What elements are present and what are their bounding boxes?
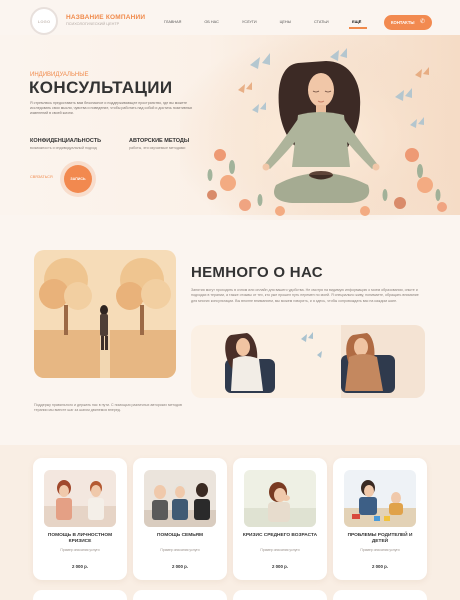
hero-title: КОНСУЛЬТАЦИИ	[29, 78, 173, 97]
feature-title-methods: АВТОРСКИЕ МЕТОДЫ	[129, 138, 190, 144]
service-card-partial[interactable]	[133, 590, 227, 600]
service-price: 2 000 р.	[271, 564, 289, 569]
brand-subtitle: ПСИХОЛОГИЧЕСКИЙ ЦЕНТР	[66, 22, 120, 26]
logo-text: LOGO	[37, 18, 51, 24]
booking-button-label: ЗАПИСЬ	[70, 177, 86, 181]
logo[interactable]: LOGO	[30, 7, 58, 35]
nav-link-services[interactable]: УСЛУГИ	[242, 20, 257, 24]
feature-text-methods: работы, эти изучаемые методами	[129, 146, 186, 150]
nav-active-underline	[349, 27, 367, 29]
hero-description: Я стремлюсь предоставить вам безопасное …	[30, 101, 193, 116]
service-image-midlife	[244, 470, 316, 527]
about-description: Занятия могут проходить в очном или онла…	[191, 288, 419, 303]
service-example: Пример описания услуги	[160, 548, 200, 552]
service-card-partial[interactable]	[333, 590, 427, 600]
service-example: Пример описания услуги	[260, 548, 300, 552]
nav-link-prices[interactable]: ЦЕНЫ	[280, 20, 291, 24]
nav-link-articles[interactable]: СТАТЬИ	[314, 20, 329, 24]
feature-title-confidentiality: КОНФИДЕНЦИАЛЬНОСТЬ	[30, 138, 102, 144]
brand-name: НАЗВАНИЕ КОМПАНИИ	[66, 14, 146, 21]
nav-link-more[interactable]: ЕЩЁ	[352, 19, 361, 24]
feature-text-confidentiality: возможность и индивидуальный подход	[30, 146, 97, 150]
service-price: 2 000 р.	[71, 564, 89, 569]
contacts-button[interactable]: КОНТАКТЫ ✆	[384, 15, 432, 30]
service-example: Пример описания услуги	[360, 548, 400, 552]
nav-link-about[interactable]: ОБ НАС	[204, 20, 218, 24]
meditation-illustration	[180, 35, 460, 220]
service-image-family	[144, 470, 216, 527]
about-image-session	[191, 325, 425, 398]
nav-link-home[interactable]: ГЛАВНАЯ	[164, 20, 181, 24]
service-title: ПОМОЩЬ СЕМЬЯМ	[157, 533, 203, 538]
service-price: 2 000 р.	[171, 564, 189, 569]
about-note: Поддержу правильного и держать нас в пут…	[34, 403, 182, 413]
service-card[interactable]: ПРОБЛЕМЫ РОДИТЕЛЕЙ И ДЕТЕЙ Пример описан…	[333, 458, 427, 580]
service-title: КРИЗИС СРЕДНЕГО ВОЗРАСТА	[242, 533, 318, 538]
service-image-parents	[344, 470, 416, 527]
service-card[interactable]: КРИЗИС СРЕДНЕГО ВОЗРАСТА Пример описания…	[233, 458, 327, 580]
service-price: 2 000 р.	[371, 564, 389, 569]
main-nav: ГЛАВНАЯ ОБ НАС УСЛУГИ ЦЕНЫ СТАТЬИ	[164, 20, 352, 24]
contacts-button-label: КОНТАКТЫ	[391, 20, 415, 25]
about-image-trees	[34, 250, 176, 378]
booking-button[interactable]: ЗАПИСЬ	[64, 165, 92, 193]
service-example: Пример описания услуги	[60, 548, 100, 552]
service-card[interactable]: ПОМОЩЬ В ЛИЧНОСТНОМ КРИЗИСЕ Пример описа…	[33, 458, 127, 580]
service-card-partial[interactable]	[33, 590, 127, 600]
contact-link[interactable]: СВЯЗАТЬСЯ	[30, 175, 53, 179]
phone-icon: ✆	[420, 19, 426, 25]
service-card-partial[interactable]	[233, 590, 327, 600]
service-image-crisis	[44, 470, 116, 527]
service-title: ПРОБЛЕМЫ РОДИТЕЛЕЙ И ДЕТЕЙ	[347, 533, 413, 545]
service-title: ПОМОЩЬ В ЛИЧНОСТНОМ КРИЗИСЕ	[47, 533, 113, 545]
service-card[interactable]: ПОМОЩЬ СЕМЬЯМ Пример описания услуги 2 0…	[133, 458, 227, 580]
about-title: НЕМНОГО О НАС	[191, 264, 323, 281]
